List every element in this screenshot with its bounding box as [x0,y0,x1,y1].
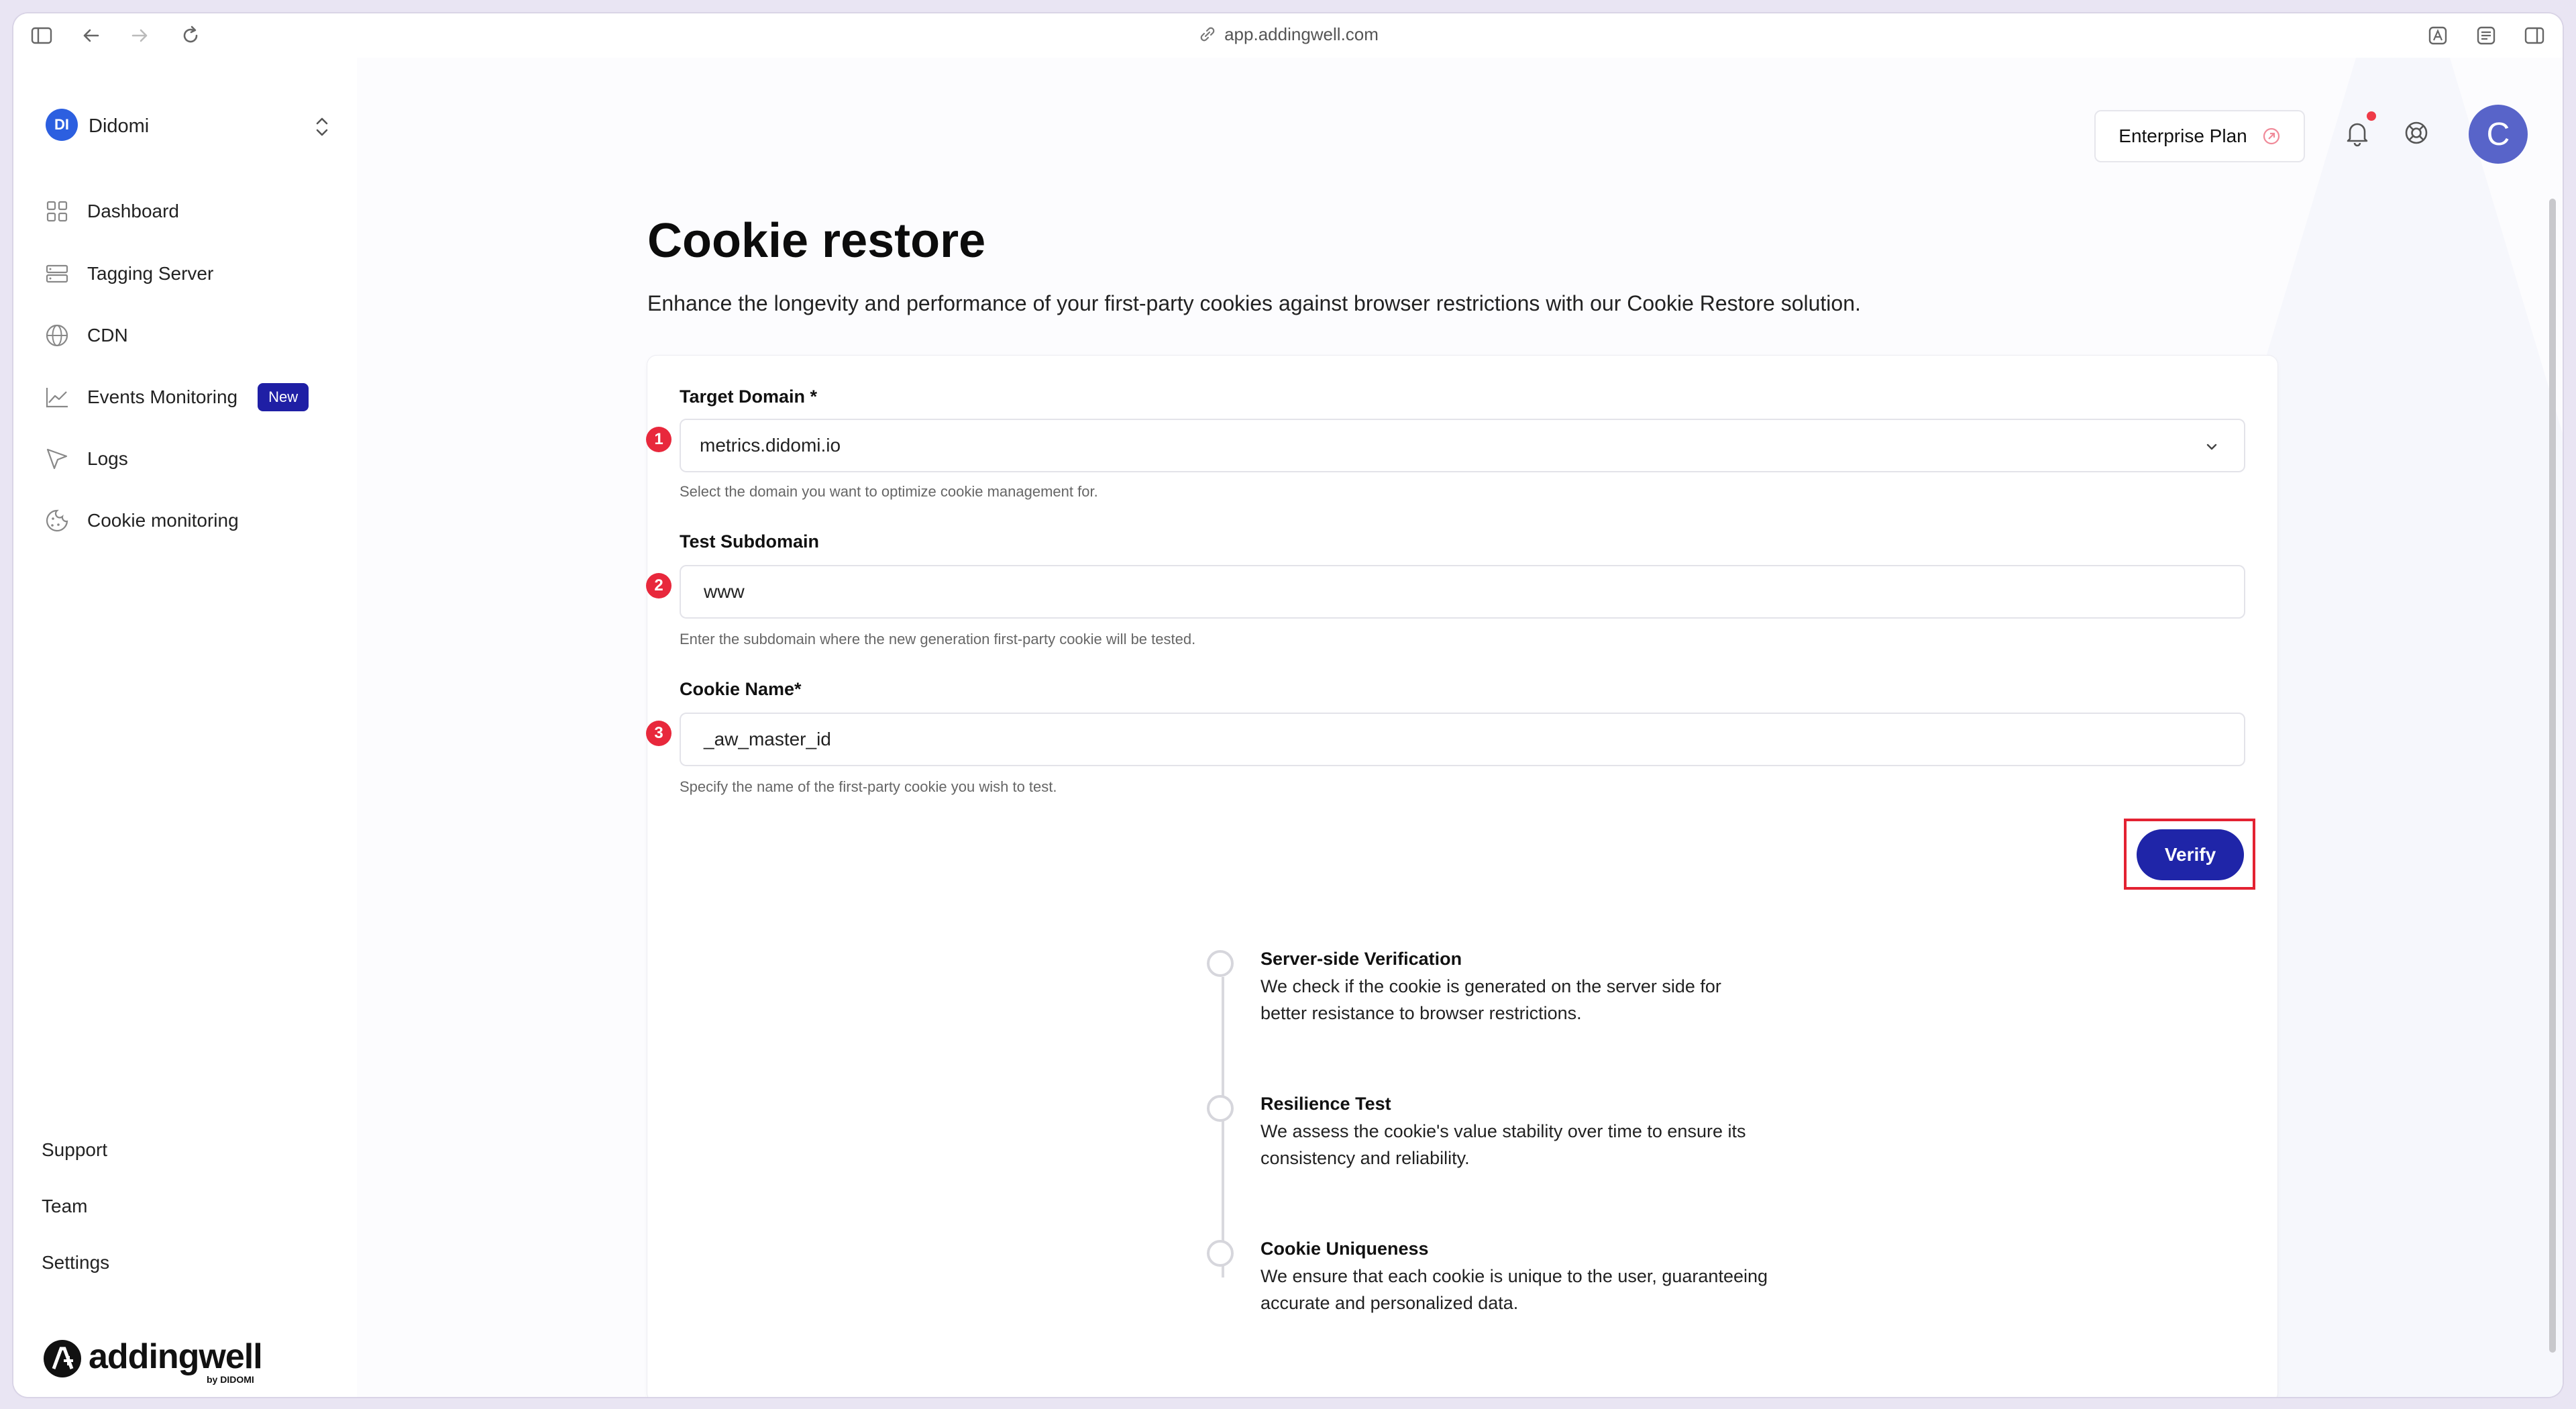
cursor-icon [46,448,68,470]
cookie-name-value: _aw_master_id [704,729,831,749]
sidebar-item-label: Tagging Server [87,263,214,284]
brand-sub: by DIDOMI [207,1374,254,1385]
sidebar-item-cookie-monitoring[interactable]: Cookie monitoring [42,501,350,541]
cookie-name-hint: Specify the name of the first-party cook… [680,778,1057,795]
step-marker: 3 [646,721,672,746]
arrow-circle-icon [2263,127,2279,145]
grid-icon [46,201,68,222]
verification-steps: Server-side Verification We check if the… [1207,946,1811,1322]
sidebar-item-label: Dashboard [87,201,179,221]
new-badge: New [258,383,309,411]
test-subdomain-label: Test Subdomain [680,531,820,552]
translate-icon[interactable] [2424,22,2451,49]
browser-window: app.addingwell.com DI Didomi Dashboard T… [13,13,2563,1397]
sidebar-item-label: Events Monitoring [87,386,238,407]
step-title: Resilience Test [1260,1094,1391,1114]
main-content: Enterprise Plan C Cookie restore Enhance… [357,58,2563,1397]
help-lifebuoy-icon[interactable] [2402,118,2431,148]
step-indicator [1207,1095,1234,1122]
target-domain-label: Target Domain * [680,386,818,407]
scrollbar[interactable] [2549,199,2556,1353]
test-subdomain-hint: Enter the subdomain where the new genera… [680,631,1196,647]
bell-icon[interactable] [2343,118,2372,148]
sidebar-item-label: CDN [87,325,128,346]
reader-icon[interactable] [2473,22,2500,49]
plan-label: Enterprise Plan [2118,125,2247,146]
addingwell-logo-icon [44,1340,81,1377]
step-description: We assess the cookie's value stability o… [1260,1121,1746,1168]
avatar[interactable]: C [2469,105,2528,164]
page-title: Cookie restore [647,214,986,268]
test-subdomain-input[interactable]: www [680,565,2245,619]
cookie-name-input[interactable]: _aw_master_id [680,713,2245,766]
brand-name: addingwell [89,1337,263,1376]
step-title: Server-side Verification [1260,949,1462,969]
sidebar-item-logs[interactable]: Logs [42,439,350,479]
verify-button[interactable]: Verify [2137,829,2244,880]
sidebar: DI Didomi Dashboard Tagging Server CDN E… [13,58,358,1397]
org-switcher[interactable]: DI Didomi [46,109,328,145]
page-description: Enhance the longevity and performance of… [647,291,1861,315]
org-name: Didomi [89,115,150,137]
target-domain-value: metrics.didomi.io [700,435,841,456]
step-indicator [1207,950,1234,977]
url-text: app.addingwell.com [1224,24,1379,44]
step-marker: 1 [646,427,672,452]
step-indicator [1207,1240,1234,1267]
cookie-icon [46,509,68,532]
chevron-down-icon [2206,443,2217,450]
target-domain-select[interactable]: metrics.didomi.io [680,419,2245,472]
sidebar-item-label: Logs [87,448,128,469]
target-domain-hint: Select the domain you want to optimize c… [680,483,1098,500]
chart-icon [46,388,68,408]
timeline-line [1222,977,1224,1277]
settings-link[interactable]: Settings [42,1252,109,1273]
cookie-name-label: Cookie Name* [680,679,802,699]
chevron-up-down-icon [316,117,328,136]
globe-icon [46,324,68,347]
sidebar-item-label: Cookie monitoring [87,510,239,531]
link-icon [1200,27,1215,42]
sidebar-item-tagging-server[interactable]: Tagging Server [42,254,350,294]
step-description: We check if the cookie is generated on t… [1260,976,1721,1023]
notification-dot [2367,111,2376,121]
server-icon [46,264,68,283]
test-subdomain-value: www [704,581,745,602]
plan-button[interactable]: Enterprise Plan [2094,110,2305,162]
split-view-icon[interactable] [2521,22,2548,49]
address-bar[interactable]: app.addingwell.com [13,24,2563,45]
sidebar-item-dashboard[interactable]: Dashboard [42,191,350,231]
step-marker: 2 [646,573,672,598]
step-title: Cookie Uniqueness [1260,1239,1429,1259]
team-link[interactable]: Team [42,1196,87,1217]
org-badge: DI [46,109,78,141]
cookie-restore-form: Target Domain * 1 metrics.didomi.io Sele… [646,356,2277,1397]
step-description: We ensure that each cookie is unique to … [1260,1266,1768,1313]
sidebar-item-events-monitoring[interactable]: Events Monitoring New [42,377,350,417]
support-link[interactable]: Support [42,1139,107,1161]
brand-logo[interactable]: addingwell by DIDOMI [42,1337,297,1385]
browser-toolbar: app.addingwell.com [13,13,2563,58]
sidebar-item-cdn[interactable]: CDN [42,315,350,356]
